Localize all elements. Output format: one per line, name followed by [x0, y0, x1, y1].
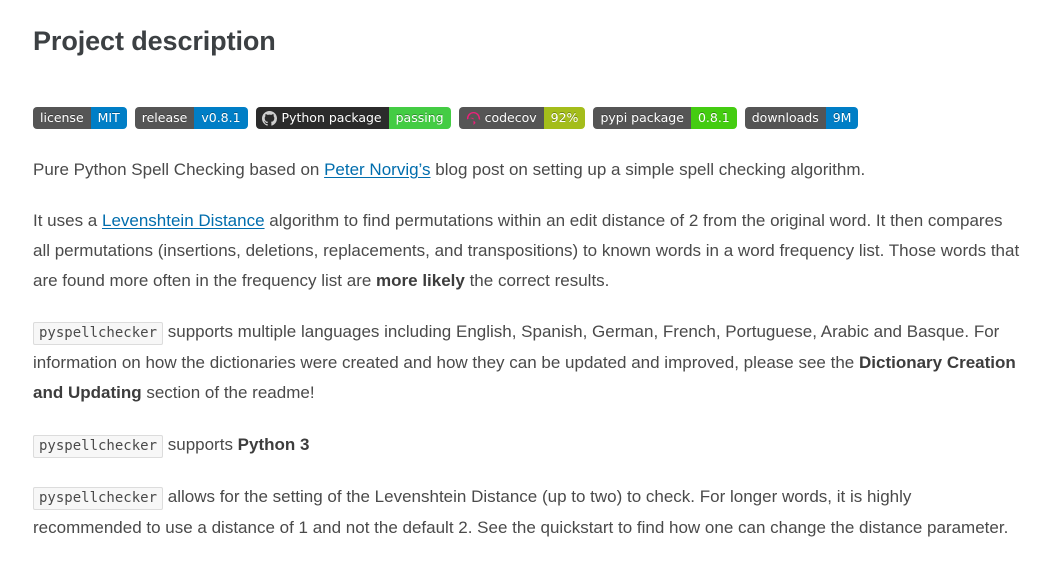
python-package-build-badge-value: passing	[388, 107, 451, 129]
github-icon	[261, 110, 277, 126]
page-title: Project description	[33, 26, 276, 56]
release-badge[interactable]: release v0.8.1	[134, 107, 248, 129]
python-package-build-badge[interactable]: Python package passing	[255, 107, 451, 129]
paragraph-python-support-emphasis: Python 3	[237, 435, 310, 454]
levenshtein-distance-link[interactable]: Levenshtein Distance	[102, 211, 265, 230]
paragraph-languages-text-b: section of the readme!	[141, 383, 315, 402]
pypi-package-badge-value: 0.8.1	[690, 107, 737, 129]
codecov-badge-label: codecov	[458, 107, 544, 129]
python-package-build-badge-label: Python package	[255, 107, 389, 129]
downloads-badge-label: downloads	[744, 107, 826, 129]
pyspellchecker-code-span: pyspellchecker	[33, 435, 164, 458]
paragraph-distance-setting: pyspellchecker allows for the setting of…	[33, 482, 1023, 543]
pyspellchecker-code-span: pyspellchecker	[33, 322, 164, 345]
peter-norvig-link[interactable]: Peter Norvig’s	[324, 160, 430, 179]
python-package-build-badge-label-text: Python package	[281, 110, 382, 125]
pypi-package-badge-label: pypi package	[593, 107, 691, 129]
pyspellchecker-code-span: pyspellchecker	[33, 487, 164, 510]
paragraph-algorithm-text-c: the correct results.	[464, 271, 610, 290]
paragraph-algorithm-emphasis: more likely	[376, 271, 465, 290]
paragraph-languages-text-a: supports multiple languages including En…	[33, 322, 1000, 372]
license-badge-label: license	[33, 107, 91, 129]
paragraph-languages: pyspellchecker supports multiple languag…	[33, 317, 1023, 408]
downloads-badge-value: 9M	[825, 107, 859, 129]
paragraph-distance-setting-text-a: allows for the setting of the Levenshtei…	[33, 487, 1009, 537]
paragraph-python-support: pyspellchecker supports Python 3	[33, 430, 1023, 461]
codecov-badge-label-text: codecov	[484, 110, 537, 125]
paragraph-algorithm-text-a: It uses a	[33, 211, 102, 230]
license-badge-value: MIT	[90, 107, 127, 129]
downloads-badge[interactable]: downloads 9M	[744, 107, 859, 129]
codecov-badge[interactable]: codecov 92%	[458, 107, 586, 129]
paragraph-intro-text-a: Pure Python Spell Checking based on	[33, 160, 325, 179]
codecov-icon	[466, 111, 480, 125]
project-description-page: Project description license MIT release …	[0, 0, 1057, 543]
badge-row: license MIT release v0.8.1 Python packag…	[33, 107, 1025, 129]
license-badge[interactable]: license MIT	[33, 107, 127, 129]
codecov-badge-value: 92%	[543, 107, 586, 129]
paragraph-algorithm: It uses a Levenshtein Distance algorithm…	[33, 206, 1023, 296]
paragraph-intro: Pure Python Spell Checking based on Pete…	[33, 155, 1023, 185]
release-badge-value: v0.8.1	[194, 107, 248, 129]
pypi-package-badge[interactable]: pypi package 0.8.1	[593, 107, 737, 129]
release-badge-label: release	[134, 107, 195, 129]
paragraph-python-support-text-a: supports	[163, 435, 238, 454]
paragraph-intro-text-b: blog post on setting up a simple spell c…	[430, 160, 866, 179]
